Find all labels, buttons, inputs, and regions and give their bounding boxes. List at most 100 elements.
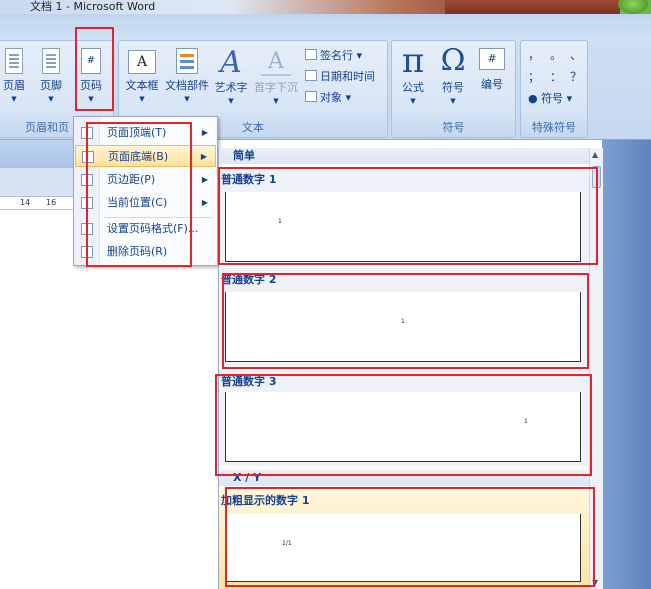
special-symbol-period[interactable]: 。 (550, 46, 562, 63)
gallery-item-preview: 1 (225, 192, 581, 262)
header-button[interactable]: 页眉 ▼ (0, 48, 28, 103)
numbering-button[interactable]: # 编号 (476, 48, 508, 92)
special-symbol-enumeration-comma[interactable]: 、 (570, 46, 582, 63)
object-icon (305, 91, 317, 102)
chevron-right-icon: ▶ (201, 198, 208, 207)
object-button[interactable]: 对象 ▾ (305, 89, 351, 105)
chevron-down-icon: ▾ (342, 91, 352, 104)
page-margins-icon (81, 174, 93, 186)
quick-parts-icon (176, 48, 198, 74)
object-label: 对象 (320, 91, 342, 104)
format-page-numbers-icon (81, 223, 93, 235)
special-symbol-question[interactable]: ？ (570, 68, 582, 85)
special-symbol-semicolon[interactable]: ； (528, 68, 540, 85)
gallery-item-title: 加粗显示的数字 1 (221, 494, 310, 507)
textbox-button-label: 文本框 (125, 79, 159, 92)
chevron-down-icon: ▼ (228, 97, 234, 105)
header-button-label: 页眉 (3, 79, 25, 92)
chevron-down-icon: ▼ (273, 97, 279, 105)
footer-icon (42, 48, 60, 74)
menu-item-format-page-numbers[interactable]: 设置页码格式(F)... (75, 218, 216, 240)
numbering-button-label: 编号 (481, 78, 503, 91)
menu-item-label: 页面顶端(T) (107, 126, 167, 139)
menu-item-label: 页边距(P) (107, 173, 156, 186)
gallery-item-plain-number-2[interactable]: 普通数字 2 1 (219, 268, 589, 366)
menu-item-current-position[interactable]: 当前位置(C) ▶ (75, 192, 216, 214)
date-time-button[interactable]: 日期和时间 (305, 68, 375, 84)
chevron-down-icon: ▼ (48, 95, 54, 103)
gallery-item-plain-number-1[interactable]: 普通数字 1 1 (219, 168, 589, 264)
chevron-down-icon: ▾ (563, 92, 573, 105)
chevron-down-icon: ▼ (410, 97, 416, 105)
ruler-tick-label: 14 (20, 198, 31, 207)
current-position-icon (81, 197, 93, 209)
gallery-scrollbar[interactable]: ▲ ▼ (589, 148, 603, 589)
drop-cap-button[interactable]: A 首字下沉 ▼ (253, 48, 299, 105)
textbox-icon: A (128, 50, 156, 74)
document-background-right (602, 140, 651, 589)
special-symbol-colon[interactable]: ： (550, 68, 562, 85)
calendar-icon (305, 70, 317, 81)
page-number-icon: # (81, 48, 101, 74)
gallery-item-title: 普通数字 1 (221, 173, 277, 186)
equation-button[interactable]: π 公式 ▼ (396, 41, 430, 105)
gallery-item-title: 普通数字 2 (221, 273, 277, 286)
drop-cap-icon: A (261, 48, 291, 76)
gallery-item-bold-number-1[interactable]: 加粗显示的数字 1 1/1 (219, 488, 589, 589)
ribbon-tabstrip (0, 14, 651, 40)
chevron-down-icon: ▾ (353, 49, 363, 62)
menu-item-top-of-page[interactable]: 页面顶端(T) ▶ (75, 122, 216, 144)
signature-line-button[interactable]: 签名行 ▾ (305, 47, 362, 63)
chevron-down-icon: ▼ (11, 95, 17, 103)
page-number-button-label: 页码 (80, 79, 102, 92)
special-symbol-dropdown[interactable]: ● 符号 ▾ (528, 90, 572, 106)
gallery-item-plain-number-3[interactable]: 普通数字 3 1 (219, 370, 589, 466)
quick-parts-button-label: 文档部件 (165, 79, 209, 92)
special-symbol-comma[interactable]: ， (528, 46, 540, 63)
scroll-up-icon[interactable]: ▲ (592, 150, 598, 159)
window-control-icon[interactable] (618, 0, 648, 14)
numbering-icon: # (479, 48, 505, 70)
signature-line-label: 签名行 (320, 49, 353, 62)
symbol-button-label: 符号 (442, 81, 464, 94)
chevron-down-icon: ▼ (139, 95, 145, 103)
gallery-item-preview: 1 (225, 292, 581, 362)
special-symbol-dropdown-label: 符号 (541, 92, 564, 105)
menu-item-page-margins[interactable]: 页边距(P) ▶ (75, 169, 216, 191)
gallery-item-title: 普通数字 3 (221, 375, 277, 388)
chevron-right-icon: ▶ (201, 175, 208, 184)
chevron-down-icon: ▼ (450, 97, 456, 105)
gallery-section-simple: 简单 (219, 148, 589, 164)
symbol-button[interactable]: Ω 符号 ▼ (436, 43, 470, 106)
menu-item-remove-page-numbers[interactable]: 删除页码(R) (75, 241, 216, 263)
chevron-down-icon: ▼ (88, 95, 94, 103)
preview-page-number: 1 (401, 318, 405, 325)
wordart-button[interactable]: A 艺术字 ▼ (212, 45, 250, 106)
footer-button-label: 页脚 (40, 79, 62, 92)
scrollbar-thumb[interactable] (592, 166, 601, 188)
chevron-down-icon: ▼ (184, 95, 190, 103)
symbols-group-label: 符号 (442, 121, 465, 134)
footer-button[interactable]: 页脚 ▼ (37, 48, 65, 103)
preview-page-number: 1/1 (282, 540, 292, 547)
bottom-of-page-icon (82, 151, 94, 163)
menu-item-label: 删除页码(R) (107, 245, 168, 258)
title-bar-decoration (445, 0, 620, 14)
wordart-icon: A (220, 45, 242, 80)
pi-icon: π (401, 41, 425, 81)
menu-item-bottom-of-page[interactable]: 页面底端(B) ▶ (75, 145, 216, 167)
date-time-label: 日期和时间 (320, 70, 375, 83)
omega-icon: Ω (440, 43, 466, 78)
top-of-page-icon (81, 127, 93, 139)
page-number-gallery: 简单 普通数字 1 1 普通数字 2 1 普通数字 3 1 X / Y 加粗显示… (218, 148, 603, 589)
textbox-button[interactable]: A 文本框 ▼ (122, 50, 162, 103)
preview-page-number: 1 (278, 218, 282, 225)
page-number-button[interactable]: # 页码 ▼ (76, 48, 106, 103)
quick-parts-button[interactable]: 文档部件 ▼ (163, 48, 211, 103)
chevron-right-icon: ▶ (200, 152, 207, 161)
scroll-down-icon[interactable]: ▼ (592, 578, 598, 587)
chevron-right-icon: ▶ (201, 128, 208, 137)
wordart-button-label: 艺术字 (214, 81, 248, 94)
title-bar: 文档 1 - Microsoft Word (0, 0, 651, 14)
menu-item-label: 设置页码格式(F)... (107, 222, 199, 235)
